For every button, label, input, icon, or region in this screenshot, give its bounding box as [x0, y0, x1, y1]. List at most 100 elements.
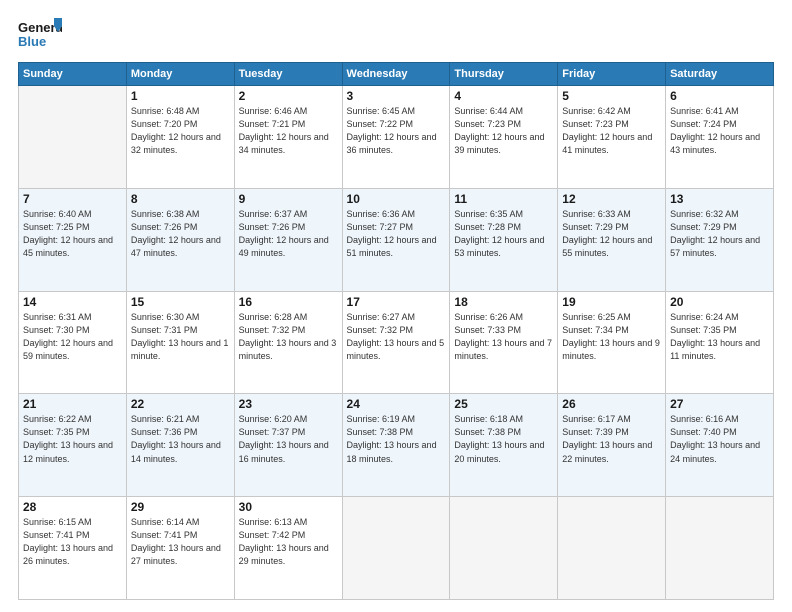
header: General Blue	[18, 18, 774, 52]
day-info: Sunrise: 6:13 AM Sunset: 7:42 PM Dayligh…	[239, 516, 338, 568]
daylight-label: Daylight: 12 hours and 55 minutes.	[562, 235, 652, 258]
calendar-cell: 26 Sunrise: 6:17 AM Sunset: 7:39 PM Dayl…	[558, 394, 666, 497]
sunset-label: Sunset: 7:21 PM	[239, 119, 306, 129]
sunset-label: Sunset: 7:38 PM	[347, 427, 414, 437]
calendar-cell: 9 Sunrise: 6:37 AM Sunset: 7:26 PM Dayli…	[234, 188, 342, 291]
day-number: 24	[347, 397, 446, 411]
day-info: Sunrise: 6:17 AM Sunset: 7:39 PM Dayligh…	[562, 413, 661, 465]
day-info: Sunrise: 6:38 AM Sunset: 7:26 PM Dayligh…	[131, 208, 230, 260]
calendar-cell: 20 Sunrise: 6:24 AM Sunset: 7:35 PM Dayl…	[666, 291, 774, 394]
sunrise-label: Sunrise: 6:20 AM	[239, 414, 308, 424]
day-info: Sunrise: 6:37 AM Sunset: 7:26 PM Dayligh…	[239, 208, 338, 260]
sunrise-label: Sunrise: 6:33 AM	[562, 209, 631, 219]
day-info: Sunrise: 6:30 AM Sunset: 7:31 PM Dayligh…	[131, 311, 230, 363]
calendar-cell: 23 Sunrise: 6:20 AM Sunset: 7:37 PM Dayl…	[234, 394, 342, 497]
sunset-label: Sunset: 7:24 PM	[670, 119, 737, 129]
day-number: 29	[131, 500, 230, 514]
day-number: 7	[23, 192, 122, 206]
day-number: 19	[562, 295, 661, 309]
daylight-label: Daylight: 13 hours and 16 minutes.	[239, 440, 329, 463]
sunrise-label: Sunrise: 6:46 AM	[239, 106, 308, 116]
calendar-cell: 7 Sunrise: 6:40 AM Sunset: 7:25 PM Dayli…	[19, 188, 127, 291]
sunset-label: Sunset: 7:34 PM	[562, 325, 629, 335]
daylight-label: Daylight: 12 hours and 51 minutes.	[347, 235, 437, 258]
daylight-label: Daylight: 13 hours and 3 minutes.	[239, 338, 337, 361]
sunset-label: Sunset: 7:31 PM	[131, 325, 198, 335]
daylight-label: Daylight: 13 hours and 9 minutes.	[562, 338, 660, 361]
day-number: 20	[670, 295, 769, 309]
header-sunday: Sunday	[19, 63, 127, 86]
day-info: Sunrise: 6:18 AM Sunset: 7:38 PM Dayligh…	[454, 413, 553, 465]
sunset-label: Sunset: 7:23 PM	[454, 119, 521, 129]
day-info: Sunrise: 6:19 AM Sunset: 7:38 PM Dayligh…	[347, 413, 446, 465]
sunset-label: Sunset: 7:26 PM	[131, 222, 198, 232]
sunset-label: Sunset: 7:41 PM	[131, 530, 198, 540]
svg-text:Blue: Blue	[18, 34, 46, 49]
calendar-cell: 25 Sunrise: 6:18 AM Sunset: 7:38 PM Dayl…	[450, 394, 558, 497]
day-info: Sunrise: 6:26 AM Sunset: 7:33 PM Dayligh…	[454, 311, 553, 363]
sunrise-label: Sunrise: 6:37 AM	[239, 209, 308, 219]
day-info: Sunrise: 6:15 AM Sunset: 7:41 PM Dayligh…	[23, 516, 122, 568]
calendar-row: 28 Sunrise: 6:15 AM Sunset: 7:41 PM Dayl…	[19, 497, 774, 600]
calendar-cell	[666, 497, 774, 600]
sunset-label: Sunset: 7:20 PM	[131, 119, 198, 129]
calendar-cell: 4 Sunrise: 6:44 AM Sunset: 7:23 PM Dayli…	[450, 86, 558, 189]
sunset-label: Sunset: 7:30 PM	[23, 325, 90, 335]
day-number: 25	[454, 397, 553, 411]
calendar-cell: 10 Sunrise: 6:36 AM Sunset: 7:27 PM Dayl…	[342, 188, 450, 291]
header-wednesday: Wednesday	[342, 63, 450, 86]
day-number: 11	[454, 192, 553, 206]
sunrise-label: Sunrise: 6:31 AM	[23, 312, 92, 322]
day-info: Sunrise: 6:35 AM Sunset: 7:28 PM Dayligh…	[454, 208, 553, 260]
daylight-label: Daylight: 13 hours and 1 minute.	[131, 338, 229, 361]
day-info: Sunrise: 6:46 AM Sunset: 7:21 PM Dayligh…	[239, 105, 338, 157]
calendar-cell	[450, 497, 558, 600]
day-info: Sunrise: 6:27 AM Sunset: 7:32 PM Dayligh…	[347, 311, 446, 363]
sunset-label: Sunset: 7:32 PM	[347, 325, 414, 335]
daylight-label: Daylight: 12 hours and 34 minutes.	[239, 132, 329, 155]
day-number: 10	[347, 192, 446, 206]
day-number: 21	[23, 397, 122, 411]
logo-svg: General Blue	[18, 18, 62, 52]
day-number: 22	[131, 397, 230, 411]
sunrise-label: Sunrise: 6:22 AM	[23, 414, 92, 424]
day-info: Sunrise: 6:40 AM Sunset: 7:25 PM Dayligh…	[23, 208, 122, 260]
daylight-label: Daylight: 12 hours and 57 minutes.	[670, 235, 760, 258]
day-number: 3	[347, 89, 446, 103]
day-info: Sunrise: 6:45 AM Sunset: 7:22 PM Dayligh…	[347, 105, 446, 157]
calendar-row: 21 Sunrise: 6:22 AM Sunset: 7:35 PM Dayl…	[19, 394, 774, 497]
sunset-label: Sunset: 7:28 PM	[454, 222, 521, 232]
calendar-row: 14 Sunrise: 6:31 AM Sunset: 7:30 PM Dayl…	[19, 291, 774, 394]
sunrise-label: Sunrise: 6:21 AM	[131, 414, 200, 424]
daylight-label: Daylight: 12 hours and 36 minutes.	[347, 132, 437, 155]
sunset-label: Sunset: 7:37 PM	[239, 427, 306, 437]
day-info: Sunrise: 6:22 AM Sunset: 7:35 PM Dayligh…	[23, 413, 122, 465]
sunset-label: Sunset: 7:27 PM	[347, 222, 414, 232]
sunset-label: Sunset: 7:29 PM	[670, 222, 737, 232]
daylight-label: Daylight: 12 hours and 41 minutes.	[562, 132, 652, 155]
calendar-cell: 3 Sunrise: 6:45 AM Sunset: 7:22 PM Dayli…	[342, 86, 450, 189]
day-info: Sunrise: 6:36 AM Sunset: 7:27 PM Dayligh…	[347, 208, 446, 260]
sunrise-label: Sunrise: 6:48 AM	[131, 106, 200, 116]
daylight-label: Daylight: 13 hours and 12 minutes.	[23, 440, 113, 463]
day-number: 23	[239, 397, 338, 411]
day-number: 18	[454, 295, 553, 309]
day-number: 8	[131, 192, 230, 206]
day-number: 1	[131, 89, 230, 103]
calendar-cell: 28 Sunrise: 6:15 AM Sunset: 7:41 PM Dayl…	[19, 497, 127, 600]
daylight-label: Daylight: 13 hours and 18 minutes.	[347, 440, 437, 463]
daylight-label: Daylight: 13 hours and 5 minutes.	[347, 338, 445, 361]
day-number: 14	[23, 295, 122, 309]
sunset-label: Sunset: 7:38 PM	[454, 427, 521, 437]
sunrise-label: Sunrise: 6:13 AM	[239, 517, 308, 527]
header-thursday: Thursday	[450, 63, 558, 86]
day-info: Sunrise: 6:48 AM Sunset: 7:20 PM Dayligh…	[131, 105, 230, 157]
day-number: 9	[239, 192, 338, 206]
sunrise-label: Sunrise: 6:26 AM	[454, 312, 523, 322]
sunrise-label: Sunrise: 6:14 AM	[131, 517, 200, 527]
sunrise-label: Sunrise: 6:17 AM	[562, 414, 631, 424]
calendar-cell: 18 Sunrise: 6:26 AM Sunset: 7:33 PM Dayl…	[450, 291, 558, 394]
day-number: 15	[131, 295, 230, 309]
calendar-cell: 6 Sunrise: 6:41 AM Sunset: 7:24 PM Dayli…	[666, 86, 774, 189]
calendar-table: Sunday Monday Tuesday Wednesday Thursday…	[18, 62, 774, 600]
